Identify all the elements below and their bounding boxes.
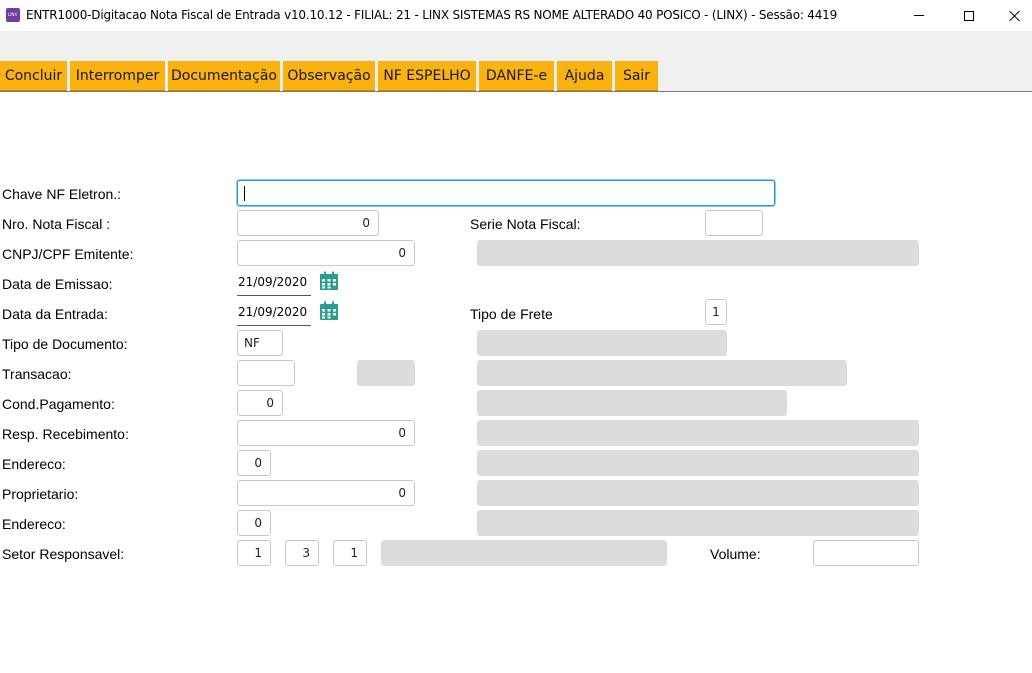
nro-nota-label: Nro. Nota Fiscal :: [2, 216, 111, 232]
setor-responsavel-label: Setor Responsavel:: [2, 546, 125, 562]
documentacao-button[interactable]: Documentação: [168, 61, 280, 91]
endereco-input[interactable]: 0: [237, 450, 271, 476]
endereco-proprietario-display: [477, 510, 919, 536]
danfe-button[interactable]: DANFE-e: [479, 61, 554, 91]
transacao-description-display: [477, 360, 847, 386]
calendar-icon[interactable]: [319, 301, 339, 321]
serie-nota-input[interactable]: [705, 210, 763, 236]
cnpj-label: CNPJ/CPF Emitente:: [2, 246, 134, 262]
sair-button[interactable]: Sair: [615, 61, 658, 91]
resp-recebimento-display: [477, 420, 919, 446]
cnpj-input[interactable]: 0: [237, 240, 415, 266]
cond-pagamento-label: Cond.Pagamento:: [2, 396, 115, 412]
endereco-proprietario-input[interactable]: 0: [237, 510, 271, 536]
calendar-icon[interactable]: [319, 271, 339, 291]
interromper-button[interactable]: Interromper: [70, 61, 165, 91]
window-title: ENTR1000-Digitacao Nota Fiscal de Entrad…: [26, 8, 838, 22]
chave-nf-input[interactable]: [237, 180, 775, 206]
setor-input-1[interactable]: 1: [237, 540, 271, 566]
text-caret: [244, 186, 245, 201]
endereco-proprietario-label: Endereco:: [2, 516, 66, 532]
tipo-frete-input[interactable]: 1: [705, 299, 727, 325]
transacao-input[interactable]: [237, 360, 295, 386]
menu-bar: Concluir Interromper Documentação Observ…: [0, 61, 1032, 92]
proprietario-display: [477, 480, 919, 506]
transacao-label: Transacao:: [2, 366, 72, 382]
maximize-icon: [964, 10, 974, 21]
data-entrada-input[interactable]: 21/09/2020: [237, 300, 311, 326]
nf-espelho-button[interactable]: NF ESPELHO: [378, 61, 476, 91]
close-icon: [1009, 10, 1021, 22]
data-emissao-label: Data de Emissao:: [2, 276, 113, 292]
serie-nota-label: Serie Nota Fiscal:: [470, 216, 581, 232]
close-button[interactable]: [992, 0, 1032, 31]
chave-nf-label: Chave NF Eletron.:: [2, 186, 122, 202]
volume-label: Volume:: [710, 546, 761, 562]
setor-input-2[interactable]: 3: [285, 540, 319, 566]
tipo-documento-display: [477, 330, 727, 356]
data-entrada-label: Data da Entrada:: [2, 306, 108, 322]
concluir-button[interactable]: Concluir: [0, 61, 67, 91]
setor-input-3[interactable]: 1: [333, 540, 367, 566]
cond-pagamento-input[interactable]: 0: [237, 390, 283, 416]
data-emissao-input[interactable]: 21/09/2020: [237, 270, 311, 296]
endereco-label: Endereco:: [2, 456, 66, 472]
minimize-button[interactable]: [896, 0, 942, 31]
minimize-icon: [914, 15, 924, 16]
toolbar-band: [0, 31, 1032, 61]
transacao-code-display: [357, 360, 415, 386]
nro-nota-input[interactable]: 0: [237, 210, 379, 236]
ajuda-button[interactable]: Ajuda: [557, 61, 612, 91]
tipo-documento-input[interactable]: NF: [237, 330, 283, 356]
proprietario-label: Proprietario:: [2, 486, 79, 502]
title-bar: LINX ENTR1000-Digitacao Nota Fiscal de E…: [0, 0, 1032, 31]
cond-pagamento-display: [477, 390, 787, 416]
observacao-button[interactable]: Observação: [283, 61, 375, 91]
app-icon: LINX: [6, 8, 20, 22]
proprietario-input[interactable]: 0: [237, 480, 415, 506]
tipo-frete-label: Tipo de Frete: [470, 306, 553, 322]
volume-input[interactable]: [813, 540, 919, 566]
endereco-display: [477, 450, 919, 476]
emitente-name-display: [477, 240, 919, 266]
resp-recebimento-label: Resp. Recebimento:: [2, 426, 129, 442]
setor-display: [381, 540, 667, 566]
maximize-button[interactable]: [946, 0, 992, 31]
resp-recebimento-input[interactable]: 0: [237, 420, 415, 446]
tipo-documento-label: Tipo de Documento:: [2, 336, 128, 352]
